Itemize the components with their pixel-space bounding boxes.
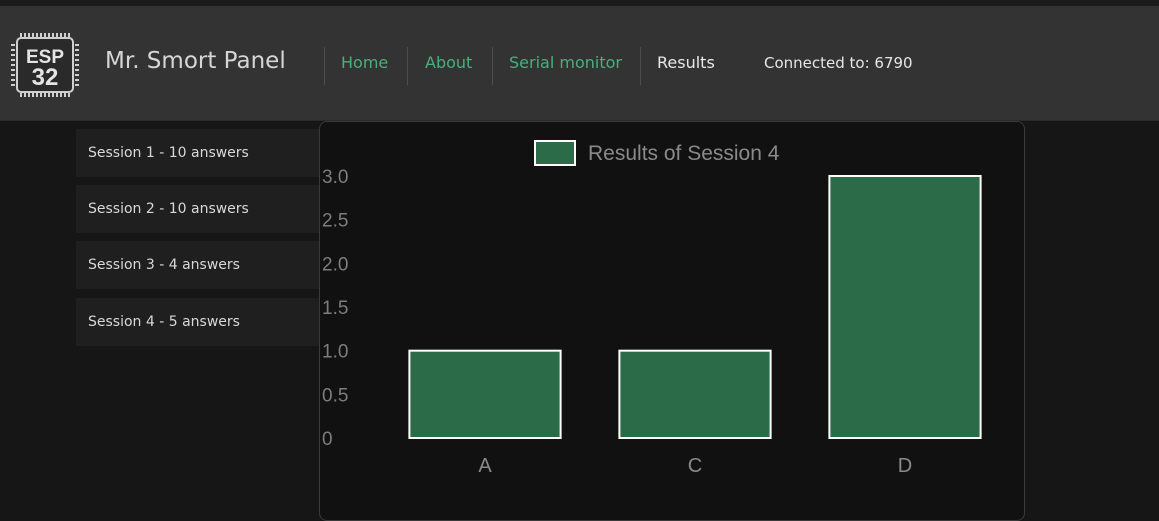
sidebar-item-session-4[interactable]: Session 4 - 5 answers bbox=[76, 298, 320, 346]
nav-divider bbox=[324, 47, 325, 85]
x-tick-label: D bbox=[898, 455, 912, 477]
sidebar-item-session-2[interactable]: Session 2 - 10 answers bbox=[76, 185, 320, 233]
top-navbar: ESP 32 Mr. Smort Panel Home About Serial… bbox=[0, 6, 1159, 121]
y-tick-label: 0 bbox=[322, 429, 333, 450]
legend-swatch[interactable] bbox=[534, 140, 576, 166]
x-tick-label: C bbox=[688, 455, 702, 477]
brand-title: Mr. Smort Panel bbox=[105, 48, 286, 74]
bar-c[interactable] bbox=[618, 349, 772, 440]
y-tick-label: 1.0 bbox=[322, 342, 348, 363]
legend-label[interactable]: Results of Session 4 bbox=[588, 142, 780, 165]
nav-serial-monitor-link[interactable]: Serial monitor bbox=[509, 46, 622, 80]
y-tick-label: 2.5 bbox=[322, 211, 348, 232]
chart-panel: Results of Session 4 0 0.5 1.0 1.5 2.0 2.5 3.0… bbox=[319, 121, 1025, 521]
y-tick-label: 2.0 bbox=[322, 254, 348, 275]
y-tick-label: 3.0 bbox=[322, 167, 348, 188]
x-tick-label: A bbox=[478, 455, 492, 477]
sidebar-item-session-1[interactable]: Session 1 - 10 answers bbox=[76, 129, 320, 177]
nav-home-link[interactable]: Home bbox=[341, 46, 388, 80]
connection-status: Connected to: 6790 bbox=[764, 54, 913, 72]
nav-divider bbox=[492, 47, 493, 85]
y-tick-label: 1.5 bbox=[322, 298, 348, 319]
nav-about-link[interactable]: About bbox=[425, 46, 472, 80]
logo-text-32: 32 bbox=[32, 64, 59, 91]
bar-d[interactable] bbox=[828, 175, 982, 439]
esp32-chip-logo: ESP 32 bbox=[10, 30, 80, 100]
sidebar-item-session-3[interactable]: Session 3 - 4 answers bbox=[76, 241, 320, 289]
nav-divider bbox=[640, 47, 641, 85]
results-bar-chart: Results of Session 4 0 0.5 1.0 1.5 2.0 2.5 3.0… bbox=[322, 140, 982, 477]
nav-results-link[interactable]: Results bbox=[657, 46, 715, 80]
bar-a[interactable] bbox=[408, 349, 562, 440]
y-tick-label: 0.5 bbox=[322, 385, 348, 406]
nav-divider bbox=[407, 47, 408, 85]
